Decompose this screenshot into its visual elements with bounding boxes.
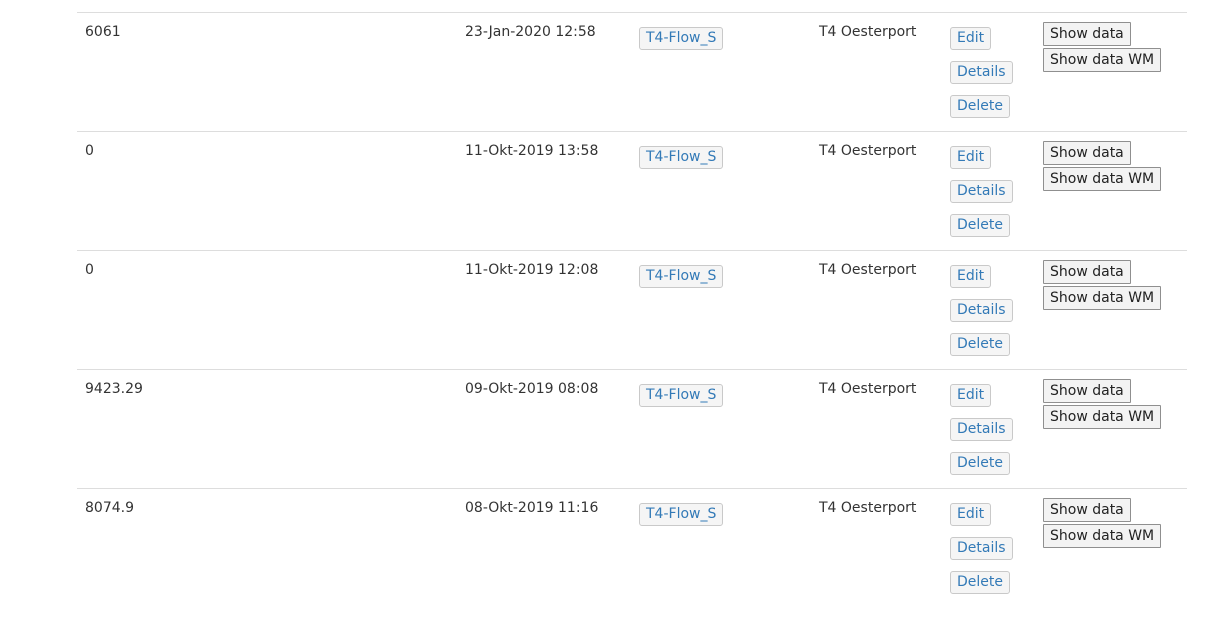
table-row: 8074.9 08-Okt-2019 11:16 T4-Flow_S T4 Oe…	[77, 489, 1187, 607]
delete-button[interactable]: Delete	[950, 95, 1010, 118]
show-data-button[interactable]: Show data	[1043, 379, 1131, 403]
table-row: 0 11-Okt-2019 13:58 T4-Flow_S T4 Oesterp…	[77, 132, 1187, 251]
tag-link-button[interactable]: T4-Flow_S	[639, 384, 724, 407]
show-data-wm-button[interactable]: Show data WM	[1043, 524, 1162, 548]
edit-button[interactable]: Edit	[950, 503, 992, 526]
details-button[interactable]: Details	[950, 418, 1013, 441]
date-cell: 08-Okt-2019 11:16	[465, 500, 599, 516]
details-button[interactable]: Details	[950, 180, 1013, 203]
data-table: 6061 23-Jan-2020 12:58 T4-Flow_S T4 Oest…	[77, 12, 1187, 607]
show-data-button[interactable]: Show data	[1043, 498, 1131, 522]
show-data-actions: Show data Show data WM	[1043, 22, 1162, 74]
value-cell: 6061	[85, 24, 121, 40]
edit-button[interactable]: Edit	[950, 384, 992, 407]
show-data-wm-button[interactable]: Show data WM	[1043, 405, 1162, 429]
value-cell: 0	[85, 143, 94, 159]
row-actions: Edit Details Delete	[950, 27, 1013, 129]
delete-button[interactable]: Delete	[950, 333, 1010, 356]
row-actions: Edit Details Delete	[950, 503, 1013, 605]
location-cell: T4 Oesterport	[819, 381, 917, 397]
location-cell: T4 Oesterport	[819, 262, 917, 278]
show-data-actions: Show data Show data WM	[1043, 260, 1162, 312]
tag-cell: T4-Flow_S	[639, 27, 724, 50]
delete-button[interactable]: Delete	[950, 452, 1010, 475]
tag-link-button[interactable]: T4-Flow_S	[639, 27, 724, 50]
date-cell: 23-Jan-2020 12:58	[465, 24, 596, 40]
show-data-actions: Show data Show data WM	[1043, 141, 1162, 193]
tag-cell: T4-Flow_S	[639, 503, 724, 526]
show-data-actions: Show data Show data WM	[1043, 379, 1162, 431]
date-cell: 11-Okt-2019 13:58	[465, 143, 599, 159]
tag-link-button[interactable]: T4-Flow_S	[639, 503, 724, 526]
details-button[interactable]: Details	[950, 537, 1013, 560]
show-data-actions: Show data Show data WM	[1043, 498, 1162, 550]
location-cell: T4 Oesterport	[819, 24, 917, 40]
edit-button[interactable]: Edit	[950, 146, 992, 169]
date-cell: 09-Okt-2019 08:08	[465, 381, 599, 397]
table-row: 9423.29 09-Okt-2019 08:08 T4-Flow_S T4 O…	[77, 370, 1187, 489]
tag-cell: T4-Flow_S	[639, 265, 724, 288]
details-button[interactable]: Details	[950, 299, 1013, 322]
row-actions: Edit Details Delete	[950, 146, 1013, 248]
row-actions: Edit Details Delete	[950, 384, 1013, 486]
table-row: 6061 23-Jan-2020 12:58 T4-Flow_S T4 Oest…	[77, 13, 1187, 132]
delete-button[interactable]: Delete	[950, 571, 1010, 594]
value-cell: 9423.29	[85, 381, 143, 397]
show-data-wm-button[interactable]: Show data WM	[1043, 167, 1162, 191]
table-row: 0 11-Okt-2019 12:08 T4-Flow_S T4 Oesterp…	[77, 251, 1187, 370]
tag-link-button[interactable]: T4-Flow_S	[639, 146, 724, 169]
value-cell: 8074.9	[85, 500, 134, 516]
show-data-button[interactable]: Show data	[1043, 22, 1131, 46]
show-data-button[interactable]: Show data	[1043, 260, 1131, 284]
tag-cell: T4-Flow_S	[639, 146, 724, 169]
tag-link-button[interactable]: T4-Flow_S	[639, 265, 724, 288]
show-data-wm-button[interactable]: Show data WM	[1043, 286, 1162, 310]
delete-button[interactable]: Delete	[950, 214, 1010, 237]
location-cell: T4 Oesterport	[819, 500, 917, 516]
show-data-wm-button[interactable]: Show data WM	[1043, 48, 1162, 72]
details-button[interactable]: Details	[950, 61, 1013, 84]
row-actions: Edit Details Delete	[950, 265, 1013, 367]
value-cell: 0	[85, 262, 94, 278]
location-cell: T4 Oesterport	[819, 143, 917, 159]
date-cell: 11-Okt-2019 12:08	[465, 262, 599, 278]
tag-cell: T4-Flow_S	[639, 384, 724, 407]
edit-button[interactable]: Edit	[950, 265, 992, 288]
show-data-button[interactable]: Show data	[1043, 141, 1131, 165]
edit-button[interactable]: Edit	[950, 27, 992, 50]
